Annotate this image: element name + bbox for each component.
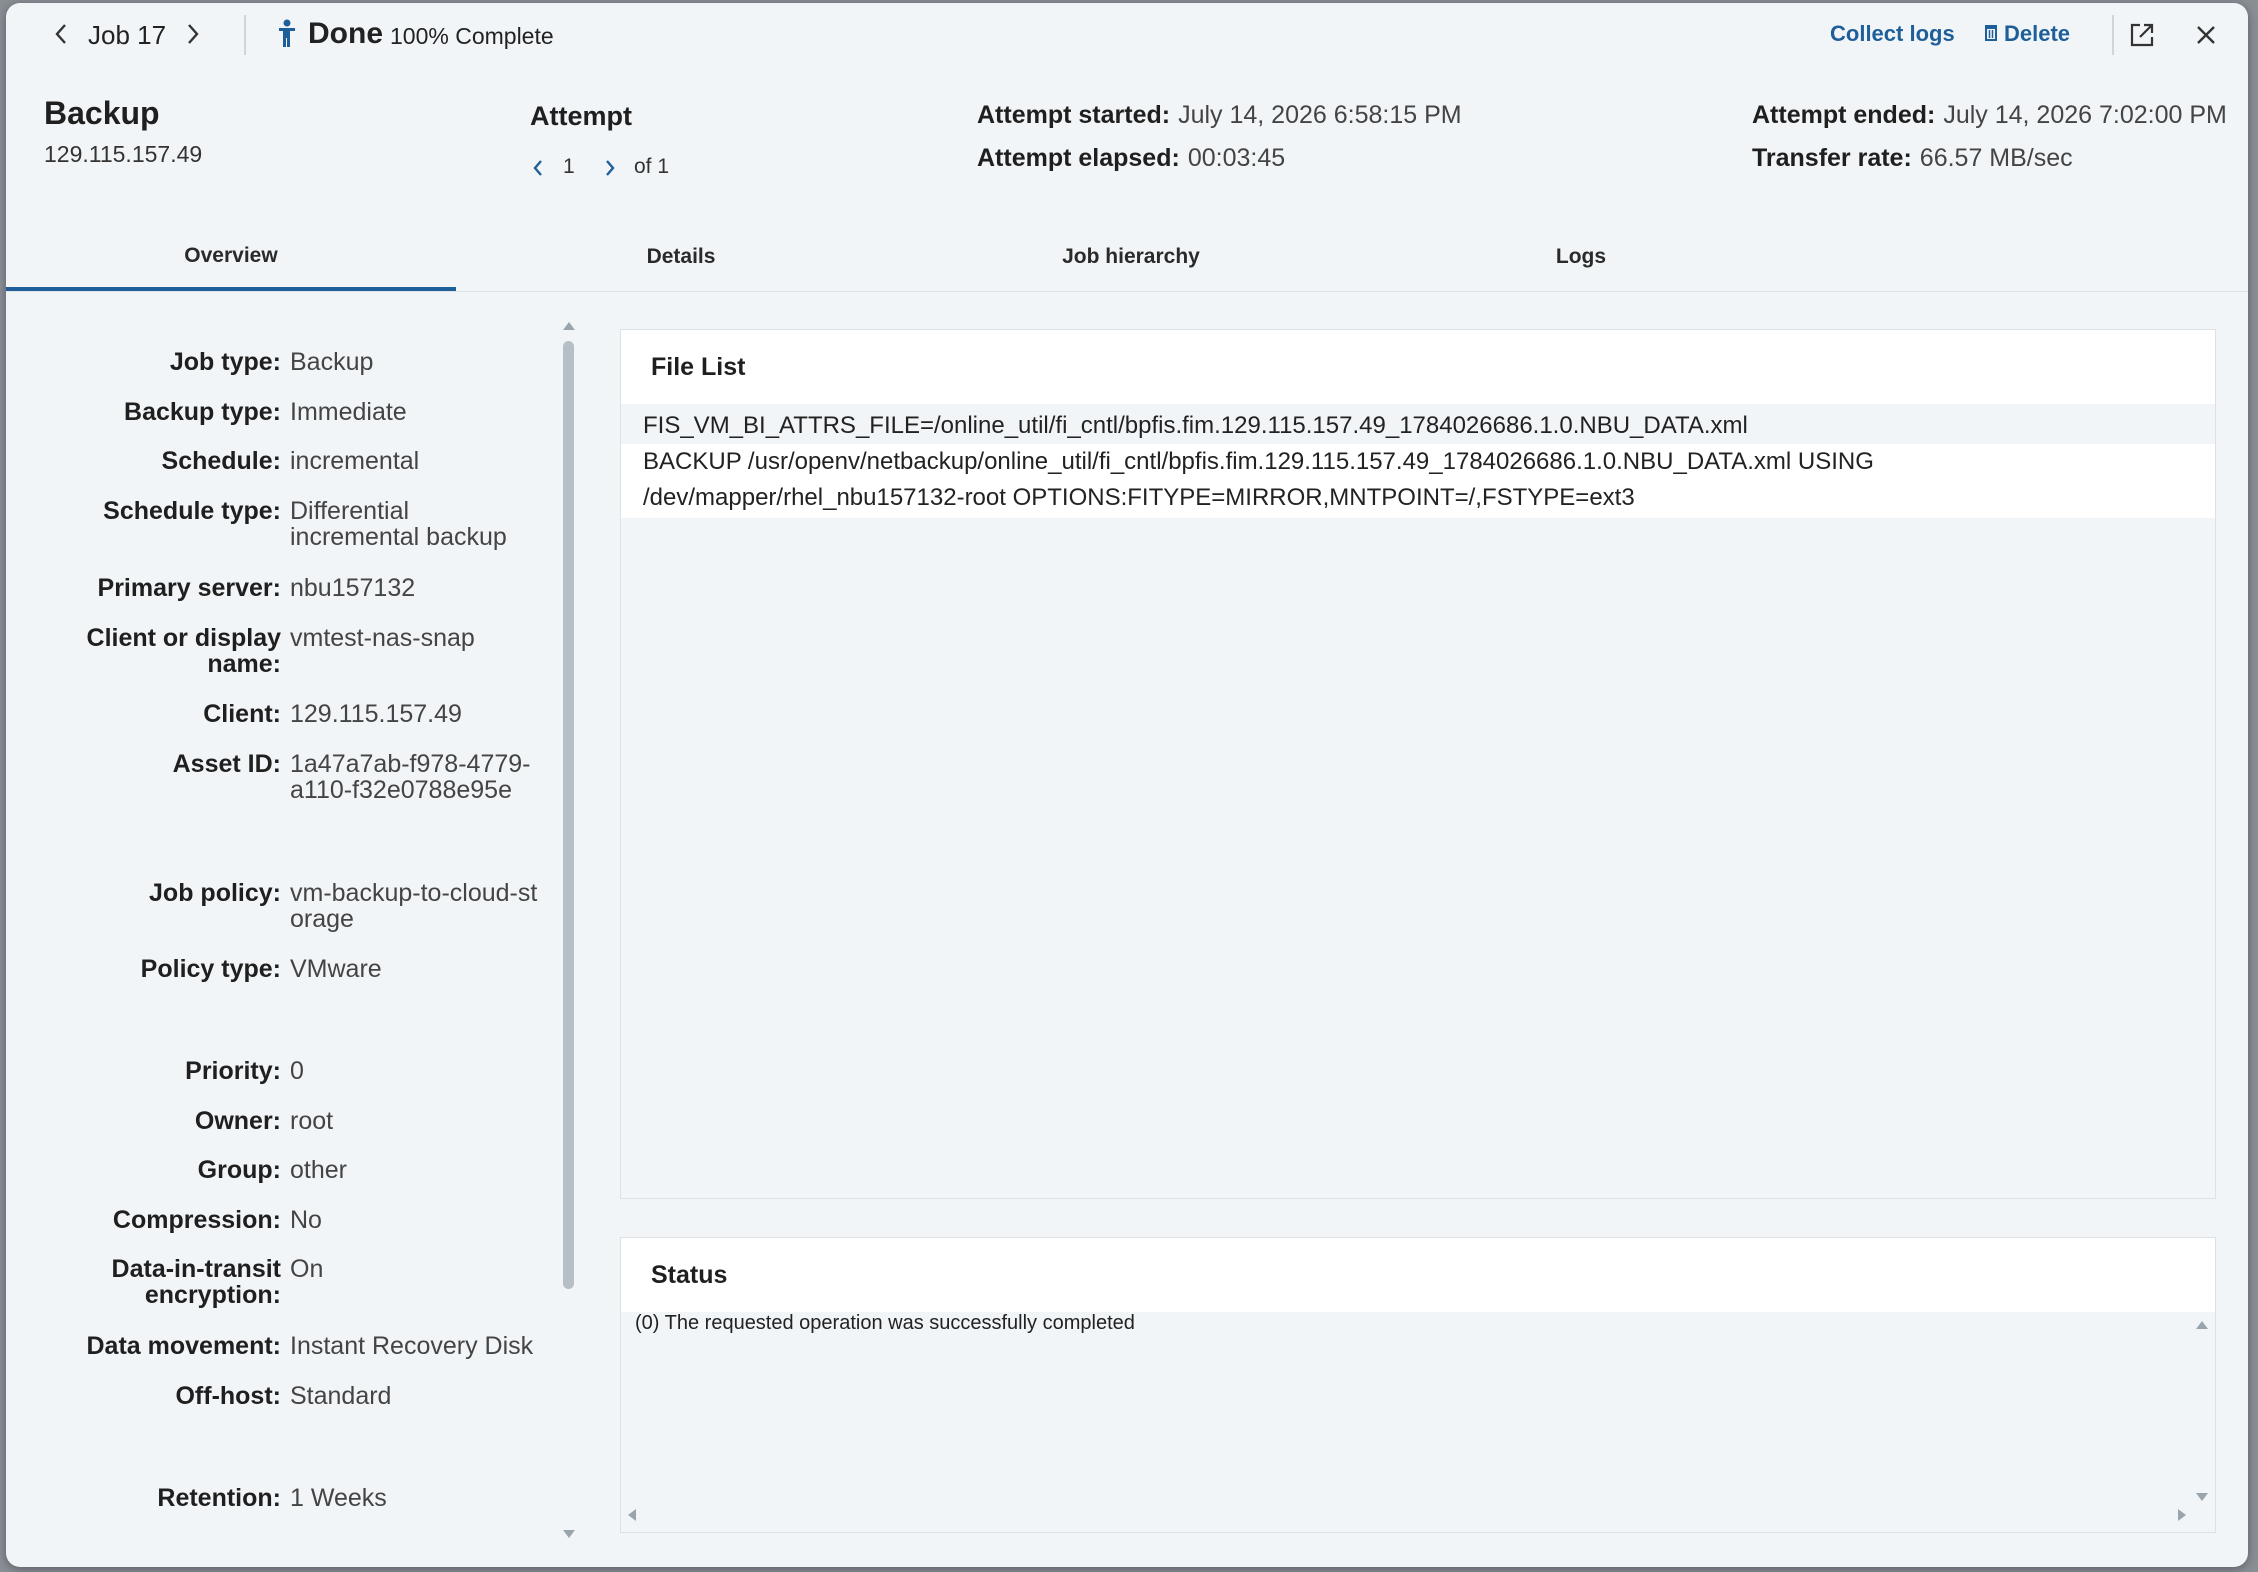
attempt-elapsed: Attempt elapsed: 00:03:45	[977, 144, 1285, 173]
property-label: Retention:	[157, 1484, 281, 1512]
properties-scrollbar-thumb[interactable]	[563, 341, 574, 1289]
scroll-left-arrow-icon[interactable]	[625, 1508, 639, 1522]
property-label: Compression:	[112, 1206, 281, 1234]
top-bar: Job 17 Done 100% Complete Collect logs D…	[6, 3, 2248, 65]
attempt-elapsed-value: 00:03:45	[1187, 144, 1286, 172]
next-attempt-chevron-icon[interactable]	[598, 153, 622, 183]
attempt-started-label: Attempt started:	[977, 101, 1171, 129]
property-label: Client or display name:	[86, 624, 281, 678]
attempt-total: of 1	[634, 155, 670, 178]
property-label: Group:	[197, 1156, 281, 1184]
transfer-rate-label: Transfer rate:	[1752, 144, 1912, 172]
tab-job-hierarchy[interactable]: Job hierarchy	[906, 225, 1356, 289]
property-value: Instant Recovery Disk	[290, 1332, 534, 1360]
property-value: 0	[290, 1057, 304, 1085]
job-status-label: Done	[308, 17, 383, 50]
property-label: Schedule type:	[103, 497, 281, 525]
property-label: Owner:	[194, 1107, 281, 1135]
attempt-elapsed-label: Attempt elapsed:	[977, 144, 1180, 172]
property-label: Asset ID:	[172, 750, 281, 778]
close-icon[interactable]	[2190, 19, 2222, 51]
job-type-title: Backup	[44, 95, 160, 131]
property-label: Backup type:	[124, 398, 281, 426]
attempt-number: 1	[563, 155, 575, 178]
property-value: Backup	[290, 348, 374, 376]
status-title: Status	[621, 1238, 2215, 1312]
attempt-ended: Attempt ended: July 14, 2026 7:02:00 PM	[1752, 101, 2227, 130]
job-details-dialog: Job 17 Done 100% Complete Collect logs D…	[6, 3, 2248, 1567]
delete-button[interactable]: Delete	[1984, 21, 2070, 47]
percent-complete: 100% Complete	[390, 23, 554, 49]
property-value: other	[290, 1156, 347, 1184]
open-in-new-window-icon[interactable]	[2126, 19, 2158, 51]
job-label: Job 17	[88, 20, 167, 50]
scroll-down-arrow-icon[interactable]	[2195, 1490, 2209, 1504]
property-label: Job type:	[169, 348, 281, 376]
property-value: Standard	[290, 1382, 392, 1410]
scroll-down-arrow-icon[interactable]	[562, 1527, 576, 1541]
property-label: Data movement:	[86, 1332, 282, 1360]
next-job-chevron-icon[interactable]	[178, 17, 208, 51]
file-list-row: /dev/mapper/rhel_nbu157132-root OPTIONS:…	[621, 480, 2215, 518]
property-value: nbu157132	[290, 574, 416, 602]
delete-label: Delete	[2004, 21, 2071, 46]
property-value: vm-backup-to-cloud-storage	[290, 879, 538, 933]
file-list-row: FIS_VM_BI_ATTRS_FILE=/online_util/fi_cnt…	[643, 412, 1748, 439]
status-panel: Status (0) The requested operation was s…	[620, 1237, 2216, 1533]
property-value: VMware	[290, 955, 382, 983]
transfer-rate-value: 66.57 MB/sec	[1919, 144, 2073, 172]
trash-icon	[1984, 21, 1998, 47]
property-label: Primary server:	[97, 574, 281, 602]
scroll-right-arrow-icon[interactable]	[2175, 1508, 2189, 1522]
property-value: incremental	[290, 447, 420, 475]
transfer-rate: Transfer rate: 66.57 MB/sec	[1752, 144, 2073, 173]
property-value: No	[290, 1206, 322, 1234]
file-list-row: BACKUP /usr/openv/netbackup/online_util/…	[621, 444, 2215, 480]
tab-overview[interactable]: Overview	[6, 225, 456, 291]
property-value: On	[290, 1255, 324, 1283]
property-value: 1 Weeks	[290, 1484, 387, 1512]
status-message: (0) The requested operation was successf…	[635, 1312, 1135, 1334]
attempt-ended-value: July 14, 2026 7:02:00 PM	[1943, 101, 2227, 129]
file-list-panel: File List FIS_VM_BI_ATTRS_FILE=/online_u…	[620, 329, 2216, 1199]
property-value: vmtest-nas-snap	[290, 624, 475, 652]
attempt-ended-label: Attempt ended:	[1752, 101, 1936, 129]
property-value: root	[290, 1107, 334, 1135]
property-label: Data-in-transit encryption:	[111, 1255, 281, 1309]
attempt-started-value: July 14, 2026 6:58:15 PM	[1178, 101, 1462, 129]
scroll-up-arrow-icon[interactable]	[562, 319, 576, 333]
property-value: Immediate	[290, 398, 407, 426]
collect-logs-button[interactable]: Collect logs	[1830, 21, 1955, 47]
scroll-up-arrow-icon[interactable]	[2195, 1318, 2209, 1332]
tab-logs[interactable]: Logs	[1356, 225, 1806, 289]
attempt-started: Attempt started: July 14, 2026 6:58:15 PM	[977, 101, 1462, 130]
property-label: Policy type:	[140, 955, 281, 983]
previous-job-chevron-icon[interactable]	[46, 17, 76, 51]
divider	[244, 15, 246, 55]
attempt-title: Attempt	[530, 101, 632, 131]
property-value: 129.115.157.49	[290, 700, 462, 728]
property-label: Off-host:	[175, 1382, 281, 1410]
property-label: Priority:	[185, 1057, 281, 1085]
property-label: Client:	[203, 700, 281, 728]
person-running-icon	[272, 17, 302, 51]
property-value: 1a47a7ab-f978-4779-a110-f32e0788e95e	[290, 750, 531, 804]
overview-properties: Job type: Backup Backup type: Immediate Sc…	[6, 293, 546, 1543]
tab-details[interactable]: Details	[456, 225, 906, 289]
divider	[2112, 15, 2114, 55]
tab-bar: Overview Details Job hierarchy Logs	[6, 225, 2248, 292]
previous-attempt-chevron-icon[interactable]	[526, 153, 550, 183]
file-list-title: File List	[621, 330, 2215, 404]
client-ip: 129.115.157.49	[44, 141, 203, 167]
property-value: Differential incremental backup	[290, 497, 507, 551]
property-label: Schedule:	[161, 447, 281, 475]
property-label: Job policy:	[149, 879, 281, 907]
